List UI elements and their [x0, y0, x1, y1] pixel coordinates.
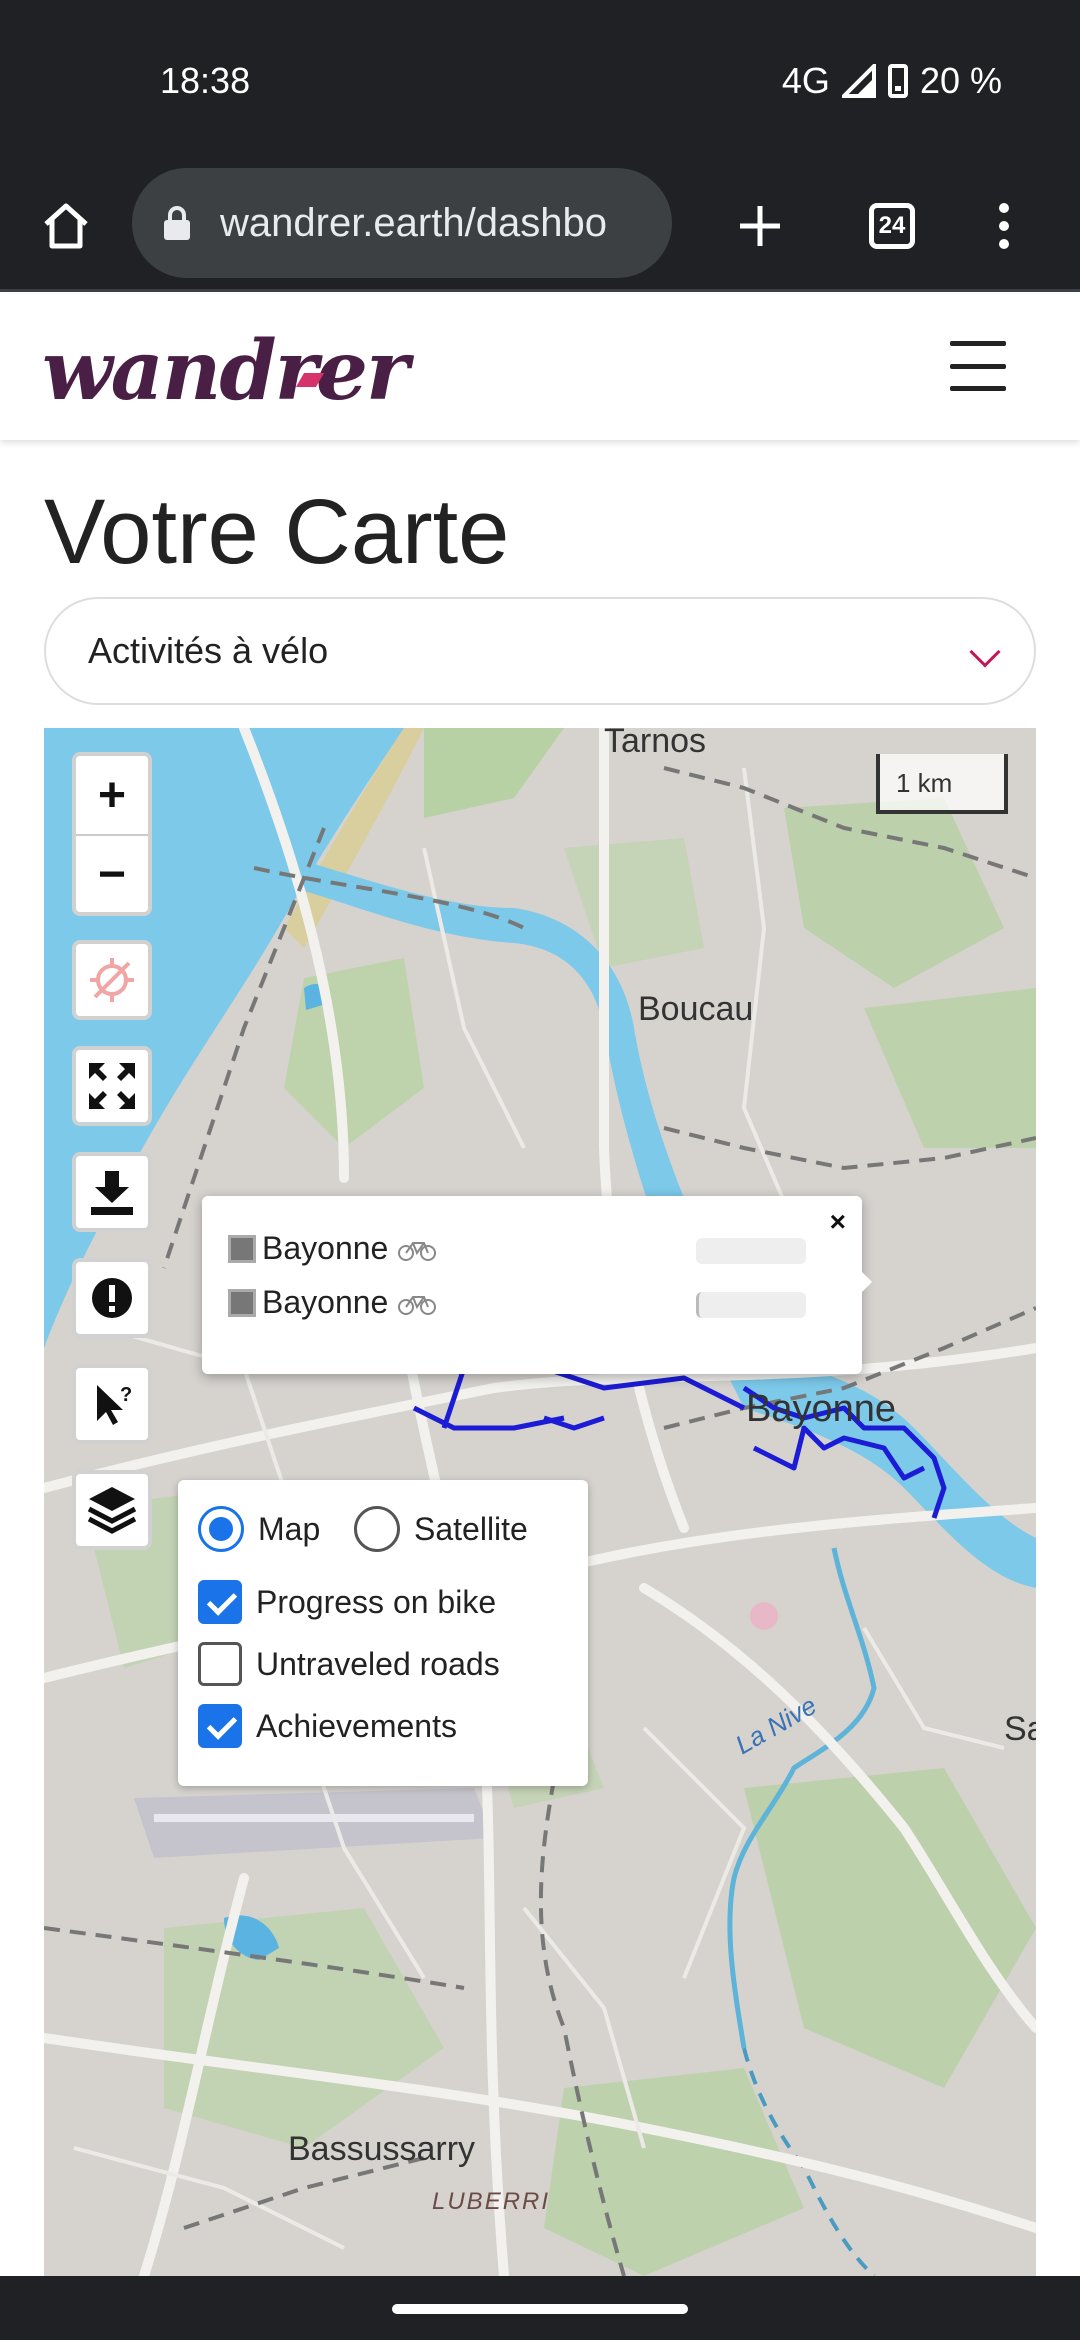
- untraveled-checkbox[interactable]: [198, 1642, 242, 1686]
- activity-select-value: Activités à vélo: [88, 630, 329, 671]
- progress-checkbox[interactable]: [198, 1580, 242, 1624]
- cursor-help-button[interactable]: ?: [72, 1364, 152, 1444]
- activity-select[interactable]: Activités à vélo: [44, 597, 1036, 705]
- untraveled-checkbox-label: Untraveled roads: [256, 1645, 500, 1682]
- page-title: Votre Carte: [44, 481, 510, 583]
- cursor-question-icon: ?: [97, 1384, 132, 1425]
- place-label: Tarnos: [604, 728, 707, 760]
- zoom-in-button[interactable]: +: [76, 756, 148, 834]
- browser-toolbar: wandrer.earth/dashbo 24: [0, 160, 1080, 292]
- popup-row[interactable]: Bayonne: [228, 1230, 437, 1267]
- achievements-checkbox-label: Achievements: [256, 1707, 457, 1744]
- navigation-bar: [0, 2276, 1080, 2340]
- battery-label: 20 %: [919, 60, 1002, 101]
- bicycle-icon: [398, 1295, 437, 1315]
- achievements-checkbox[interactable]: [198, 1704, 242, 1748]
- address-bar[interactable]: wandrer.earth/dashbo: [132, 168, 672, 278]
- popup-row[interactable]: Bayonne: [228, 1284, 437, 1321]
- home-gesture-handle[interactable]: [392, 2304, 688, 2314]
- more-menu-icon[interactable]: [966, 188, 1042, 264]
- battery-icon: [887, 64, 908, 98]
- map-radio[interactable]: [198, 1506, 244, 1552]
- satellite-radio-label: Satellite: [414, 1510, 528, 1547]
- zoom-control: + −: [72, 752, 152, 916]
- progress-bar: [696, 1238, 806, 1264]
- color-swatch: [228, 1234, 256, 1263]
- progress-bar: [696, 1292, 806, 1318]
- place-label: Bayonne: [746, 1388, 897, 1430]
- scale-bar: 1 km: [876, 754, 1008, 814]
- place-label: Boucau: [638, 990, 754, 1028]
- progress-checkbox-label: Progress on bike: [256, 1583, 497, 1620]
- bicycle-icon: [398, 1241, 437, 1261]
- download-button[interactable]: [72, 1152, 152, 1232]
- popup-row-label: Bayonne: [262, 1230, 389, 1266]
- overlay-achievements[interactable]: Achievements: [198, 1704, 457, 1748]
- alert-icon: [92, 1278, 132, 1318]
- place-label: Bassussarry: [288, 2130, 476, 2168]
- locate-button[interactable]: [72, 940, 152, 1020]
- zoom-out-button[interactable]: −: [76, 834, 148, 912]
- chevron-down-icon: [969, 636, 1001, 668]
- signal-icon: [841, 64, 876, 98]
- svg-text:?: ?: [120, 1384, 132, 1406]
- district-label: LUBERRI: [432, 2188, 551, 2215]
- hamburger-menu-icon[interactable]: [950, 341, 1006, 391]
- lock-icon: [164, 206, 190, 240]
- status-time: 18:38: [160, 60, 251, 101]
- layers-button[interactable]: [72, 1470, 152, 1550]
- location-disabled-icon: [90, 958, 134, 1002]
- wandrer-logo[interactable]: wandrer: [42, 323, 409, 419]
- base-layer-satellite[interactable]: Satellite: [354, 1506, 528, 1552]
- overlay-untraveled[interactable]: Untraveled roads: [198, 1642, 500, 1686]
- layers-icon: [87, 1487, 137, 1534]
- color-swatch: [228, 1288, 256, 1317]
- satellite-radio[interactable]: [354, 1506, 400, 1552]
- popup-close-button[interactable]: ×: [830, 1206, 846, 1238]
- download-icon: [91, 1171, 133, 1215]
- site-header: wandrer: [0, 295, 1080, 440]
- tab-count: 24: [869, 203, 915, 249]
- place-label: Sa: [1004, 1710, 1036, 1748]
- map-radio-label: Map: [258, 1510, 321, 1547]
- popup-row-label: Bayonne: [262, 1284, 389, 1320]
- url-text: wandrer.earth/dashbo: [220, 200, 607, 245]
- map[interactable]: Tarnos Boucau Bayonne La Nive Sa Bassuss…: [44, 728, 1036, 2276]
- overlay-progress[interactable]: Progress on bike: [198, 1580, 496, 1624]
- status-bar: 18:38 4G 20 %: [0, 0, 1080, 160]
- segment-popup: × Bayonne Bayonne: [202, 1196, 872, 1374]
- fullscreen-button[interactable]: [72, 1046, 152, 1126]
- fullscreen-icon: [89, 1063, 135, 1109]
- tab-switcher-button[interactable]: 24: [854, 188, 930, 264]
- layers-panel: Map Satellite Progress on bike Untravele…: [178, 1480, 588, 1786]
- status-icons: 4G 20 %: [782, 60, 1002, 102]
- new-tab-icon[interactable]: [722, 188, 798, 264]
- home-icon[interactable]: [28, 188, 104, 264]
- report-button[interactable]: [72, 1258, 152, 1338]
- network-label: 4G: [781, 60, 830, 101]
- base-layer-map[interactable]: Map: [198, 1506, 320, 1552]
